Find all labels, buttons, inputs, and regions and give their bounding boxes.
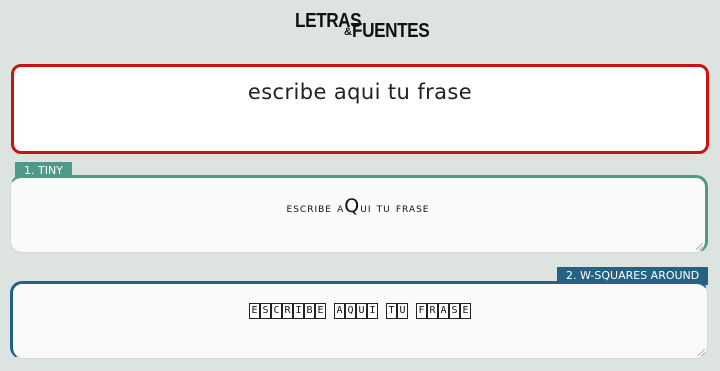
site-logo[interactable]: LETRAS & FUENTES bbox=[295, 10, 430, 42]
logo-ampersand: & bbox=[344, 26, 352, 38]
tiny-preview-part: ui tu frase bbox=[360, 201, 430, 216]
squared-letter: R bbox=[282, 303, 293, 319]
squares-word: FRASE bbox=[416, 298, 471, 319]
squared-letter: A bbox=[438, 303, 449, 319]
squared-letter: E bbox=[315, 303, 326, 319]
squares-word: TU bbox=[386, 298, 408, 319]
squared-letter: B bbox=[304, 303, 315, 319]
logo-word-fuentes: FUENTES bbox=[352, 20, 430, 42]
squared-letter: F bbox=[416, 303, 427, 319]
squared-letter: I bbox=[367, 303, 378, 319]
squares-word: AQUI bbox=[334, 298, 378, 319]
style-output-tiny[interactable]: escribe aQui tu frase bbox=[10, 175, 708, 253]
resize-handle[interactable] bbox=[696, 243, 703, 250]
resize-handle[interactable] bbox=[698, 349, 705, 356]
squared-letter: S bbox=[260, 303, 271, 319]
squares-preview-text[interactable]: ESCRIBEAQUITUFRASE bbox=[13, 298, 707, 319]
tiny-preview-text[interactable]: escribe aQui tu frase bbox=[11, 195, 705, 217]
tiny-preview-part: escribe a bbox=[286, 201, 345, 216]
style-output-w-squares[interactable]: ESCRIBEAQUITUFRASE bbox=[10, 281, 708, 359]
squared-letter: T bbox=[386, 303, 397, 319]
squared-letter: E bbox=[249, 303, 260, 319]
squared-letter: R bbox=[427, 303, 438, 319]
phrase-input-text[interactable]: escribe aqui tu frase bbox=[14, 80, 706, 104]
squared-letter: I bbox=[293, 303, 304, 319]
squared-letter: A bbox=[334, 303, 345, 319]
squared-letter: U bbox=[356, 303, 367, 319]
squared-letter: U bbox=[397, 303, 408, 319]
squared-letter: C bbox=[271, 303, 282, 319]
squared-letter: S bbox=[449, 303, 460, 319]
squared-letter: Q bbox=[345, 303, 356, 319]
squares-word: ESCRIBE bbox=[249, 298, 326, 319]
phrase-input[interactable]: escribe aqui tu frase bbox=[11, 64, 709, 154]
tiny-preview-part: Q bbox=[344, 195, 361, 217]
squared-letter: E bbox=[460, 303, 471, 319]
